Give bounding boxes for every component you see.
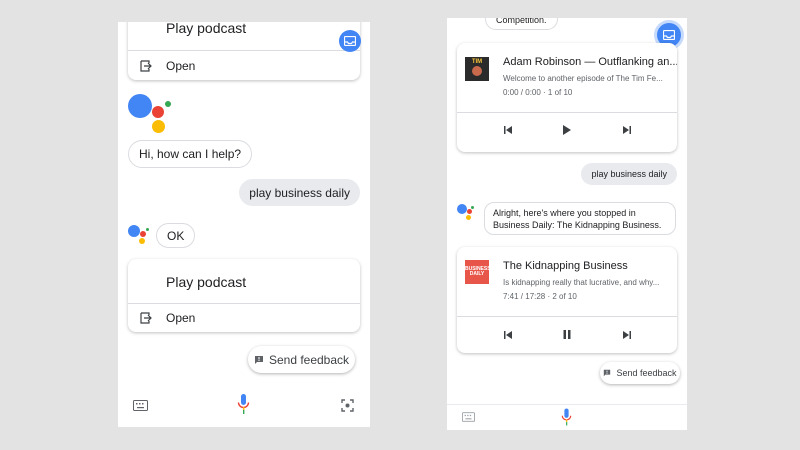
episode-time: 0:00 / 0:00 · 1 of 10 [503,88,573,97]
feedback-icon [604,369,611,377]
episode-description: Is kidnapping really that lucrative, and… [503,278,660,287]
skip-next-icon[interactable] [623,126,631,134]
open-in-app-icon [140,59,152,72]
open-label: Open [166,311,196,325]
feedback-icon [254,355,263,364]
open-in-app-icon [140,312,152,324]
card-title: Play podcast [166,22,247,36]
lens-icon[interactable] [341,399,354,412]
skip-previous-icon[interactable] [504,126,512,134]
send-feedback-button[interactable]: Send feedback [248,346,355,373]
input-bar [118,391,370,427]
episode-title: Adam Robinson — Outflanking an... [503,56,677,68]
send-feedback-label: Send feedback [268,352,350,367]
open-button[interactable]: Open [128,304,360,332]
assistant-partial-bubble: Competition. [485,18,558,30]
keyboard-icon[interactable] [133,400,148,411]
skip-previous-icon[interactable] [504,331,512,339]
keyboard-icon[interactable] [462,412,475,422]
assistant-reply-bubble: Alright, here's where you stopped in Bus… [484,202,676,235]
podcast-episode-card[interactable]: BUSINESS DAILY The Kidnapping Business I… [457,247,677,353]
send-feedback-button[interactable]: Send feedback [600,362,680,384]
input-bar [447,404,687,430]
skip-next-icon[interactable] [623,331,631,339]
inbox-icon [663,30,675,40]
pause-icon[interactable] [563,330,571,339]
inbox-fab[interactable] [339,30,361,52]
microphone-icon[interactable] [561,408,572,426]
inbox-icon [344,36,356,46]
episode-title: The Kidnapping Business [503,260,628,272]
episode-time: 7:41 / 17:28 · 2 of 10 [503,292,577,301]
user-query-bubble: play business daily [239,179,360,206]
podcast-episode-card[interactable]: TIM Adam Robinson — Outflanking an... We… [457,43,677,152]
card-title: Play podcast [166,274,247,290]
play-icon[interactable] [563,125,571,135]
assistant-screen-left: Play podcast Open Hi, how can I help? pl… [118,22,370,427]
microphone-icon[interactable] [237,394,250,414]
assistant-screen-right: Competition. TIM Adam Robinson — Outflan… [447,18,687,430]
card-divider [457,316,677,317]
podcast-thumbnail: TIM [465,57,489,81]
user-query-bubble: play business daily [581,163,677,185]
open-label: Open [166,58,196,73]
card-divider [457,112,677,113]
episode-description: Welcome to another episode of The Tim Fe… [503,74,663,83]
play-podcast-card[interactable]: Play podcast Open [128,22,360,80]
play-podcast-card[interactable]: Play podcast Open [128,259,360,332]
podcast-thumbnail: BUSINESS DAILY [465,260,491,284]
send-feedback-label: Send feedback [616,368,677,378]
assistant-greeting-bubble: Hi, how can I help? [128,140,253,168]
open-button[interactable]: Open [128,51,360,80]
assistant-ok-bubble: OK [156,223,196,248]
